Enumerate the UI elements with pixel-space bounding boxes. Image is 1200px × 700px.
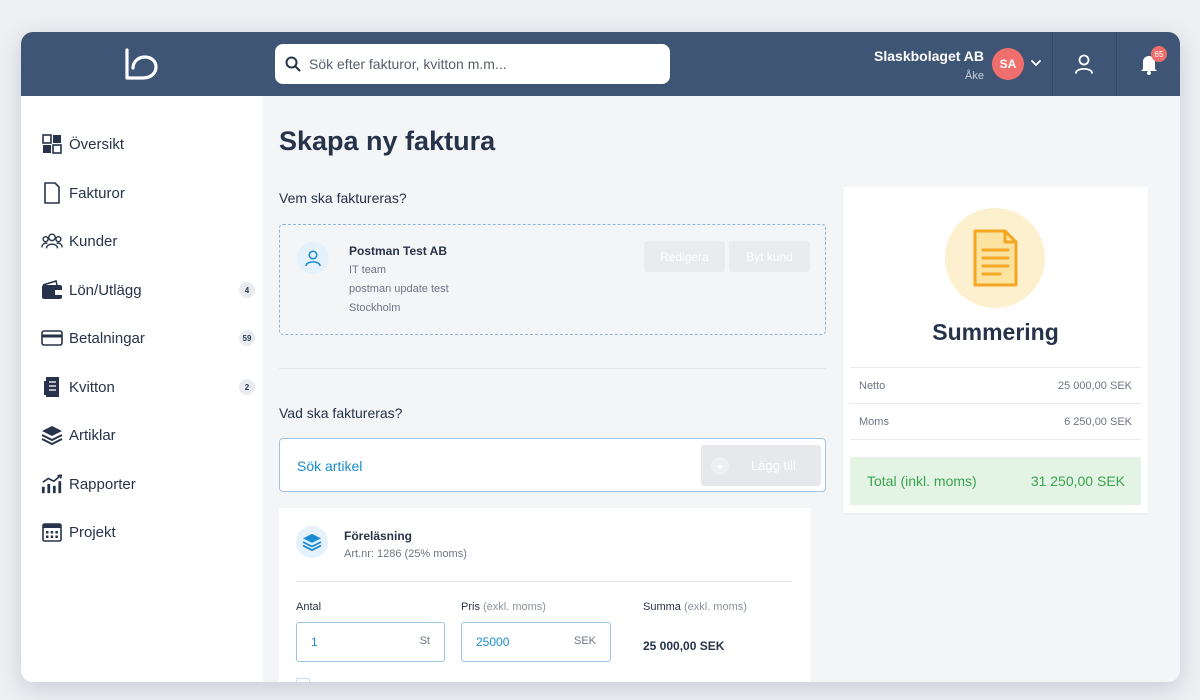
avatar[interactable]: SA bbox=[992, 48, 1024, 80]
divider bbox=[850, 439, 1141, 440]
user-icon bbox=[1075, 54, 1093, 74]
add-article-label: Lägg till bbox=[751, 458, 796, 473]
divider bbox=[296, 581, 792, 582]
net-label: Netto bbox=[859, 380, 886, 392]
price-field[interactable]: 25000 SEK bbox=[461, 622, 611, 662]
layers-icon bbox=[41, 424, 63, 446]
item-checkbox[interactable] bbox=[296, 678, 310, 682]
article-search-input[interactable]: Sök artikel bbox=[297, 458, 362, 474]
card-icon bbox=[41, 327, 63, 349]
sidebar-item-label: Artiklar bbox=[69, 426, 116, 444]
search-icon bbox=[285, 56, 301, 72]
sidebar-item-artiklar[interactable]: Artiklar bbox=[41, 420, 255, 450]
sidebar-item-label: Översikt bbox=[69, 135, 125, 153]
customer-address-line: IT team bbox=[349, 264, 387, 276]
article-search-field[interactable]: Sök artikel + Lägg till bbox=[279, 438, 826, 492]
layers-icon bbox=[296, 526, 328, 558]
sidebar-item-label: Fakturor bbox=[69, 184, 125, 202]
count-badge: 4 bbox=[239, 282, 255, 298]
sidebar: Översikt Fakturor Kunder Lön/Utlägg 4 Be… bbox=[21, 96, 263, 682]
quantity-unit: St bbox=[419, 635, 430, 647]
customer-card: Postman Test AB IT team postman update t… bbox=[279, 224, 826, 335]
price-label: Pris (exkl. moms) bbox=[461, 601, 546, 613]
document-icon bbox=[41, 182, 63, 204]
customer-avatar-icon bbox=[297, 242, 329, 274]
user-name: Åke bbox=[965, 70, 984, 82]
top-bar: Slaskbolaget AB Åke SA 65 bbox=[21, 32, 1180, 96]
wallet-icon bbox=[41, 279, 63, 301]
plus-icon: + bbox=[711, 456, 729, 475]
app-window: Slaskbolaget AB Åke SA 65 bbox=[21, 32, 1180, 682]
sidebar-item-betalningar[interactable]: Betalningar 59 bbox=[41, 323, 255, 353]
company-name: Slaskbolaget AB bbox=[874, 48, 984, 64]
edit-customer-button[interactable]: Redigera bbox=[644, 241, 725, 272]
sidebar-item-projekt[interactable]: Projekt bbox=[41, 517, 255, 547]
quantity-field[interactable]: 1 St bbox=[296, 622, 445, 662]
item-sum-value: 25 000,00 SEK bbox=[643, 639, 725, 653]
summary-title: Summering bbox=[932, 319, 1059, 345]
search-input[interactable] bbox=[309, 56, 659, 72]
chart-icon bbox=[41, 473, 63, 495]
customer-address-line: postman update test bbox=[349, 283, 449, 295]
item-article-number: Art.nr: 1286 (25% moms) bbox=[344, 548, 467, 560]
summary-vat-row: Moms 6 250,00 SEK bbox=[850, 403, 1141, 439]
total-value: 31 250,00 SEK bbox=[1030, 473, 1125, 489]
receipt-icon bbox=[41, 376, 63, 398]
sidebar-item-lon-utlagg[interactable]: Lön/Utlägg 4 bbox=[41, 275, 255, 305]
calendar-icon bbox=[41, 521, 63, 543]
sidebar-item-label: Lön/Utlägg bbox=[69, 281, 142, 299]
logo[interactable] bbox=[121, 46, 161, 82]
sidebar-item-kunder[interactable]: Kunder bbox=[41, 226, 255, 256]
summary-total-row: Total (inkl. moms) 31 250,00 SEK bbox=[850, 457, 1141, 505]
customer-section-label: Vem ska faktureras? bbox=[279, 190, 407, 206]
quantity-label: Antal bbox=[296, 601, 322, 613]
count-badge: 59 bbox=[239, 330, 255, 346]
change-customer-button[interactable]: Byt kund bbox=[729, 241, 810, 272]
invoice-line-item: Föreläsning Art.nr: 1286 (25% moms) Anta… bbox=[279, 508, 810, 682]
search-bar[interactable] bbox=[275, 44, 670, 84]
articles-section-label: Vad ska faktureras? bbox=[279, 405, 403, 421]
summary-net-row: Netto 25 000,00 SEK bbox=[850, 367, 1141, 403]
sidebar-item-label: Betalningar bbox=[69, 329, 145, 347]
sidebar-item-label: Rapporter bbox=[69, 475, 136, 493]
quantity-value[interactable]: 1 bbox=[311, 635, 318, 649]
sidebar-item-kvitton[interactable]: Kvitton 2 bbox=[41, 372, 255, 402]
add-article-button[interactable]: + Lägg till bbox=[701, 445, 821, 486]
item-name: Föreläsning bbox=[344, 529, 413, 543]
sidebar-item-oversikt[interactable]: Översikt bbox=[41, 129, 255, 159]
net-value: 25 000,00 SEK bbox=[1057, 380, 1132, 392]
count-badge: 2 bbox=[239, 379, 255, 395]
invoice-document-icon bbox=[945, 208, 1045, 308]
summary-panel: Summering Netto 25 000,00 SEK Moms 6 250… bbox=[843, 187, 1148, 513]
page-title: Skapa ny faktura bbox=[279, 126, 496, 156]
divider bbox=[279, 368, 826, 369]
total-label: Total (inkl. moms) bbox=[867, 473, 977, 489]
sidebar-item-rapporter[interactable]: Rapporter bbox=[41, 469, 255, 499]
price-unit: SEK bbox=[573, 635, 596, 647]
sidebar-item-fakturor[interactable]: Fakturor bbox=[41, 178, 255, 208]
grid-icon bbox=[41, 133, 63, 155]
sidebar-item-label: Projekt bbox=[69, 523, 116, 541]
vat-label: Moms bbox=[859, 416, 889, 428]
profile-button[interactable] bbox=[1052, 32, 1116, 96]
sidebar-item-label: Kvitton bbox=[69, 378, 115, 396]
sum-label: Summa (exkl. moms) bbox=[643, 601, 747, 613]
users-icon bbox=[41, 230, 63, 252]
sidebar-item-label: Kunder bbox=[69, 232, 118, 250]
customer-address-line: Stockholm bbox=[349, 302, 401, 314]
customer-name: Postman Test AB bbox=[349, 244, 448, 258]
notifications-button[interactable]: 65 bbox=[1117, 32, 1180, 96]
notification-badge: 65 bbox=[1151, 46, 1167, 62]
chevron-down-icon[interactable] bbox=[1029, 56, 1043, 70]
vat-value: 6 250,00 SEK bbox=[1064, 416, 1132, 428]
company-switcher[interactable]: Slaskbolaget AB Åke bbox=[874, 48, 984, 82]
price-value[interactable]: 25000 bbox=[476, 635, 509, 649]
